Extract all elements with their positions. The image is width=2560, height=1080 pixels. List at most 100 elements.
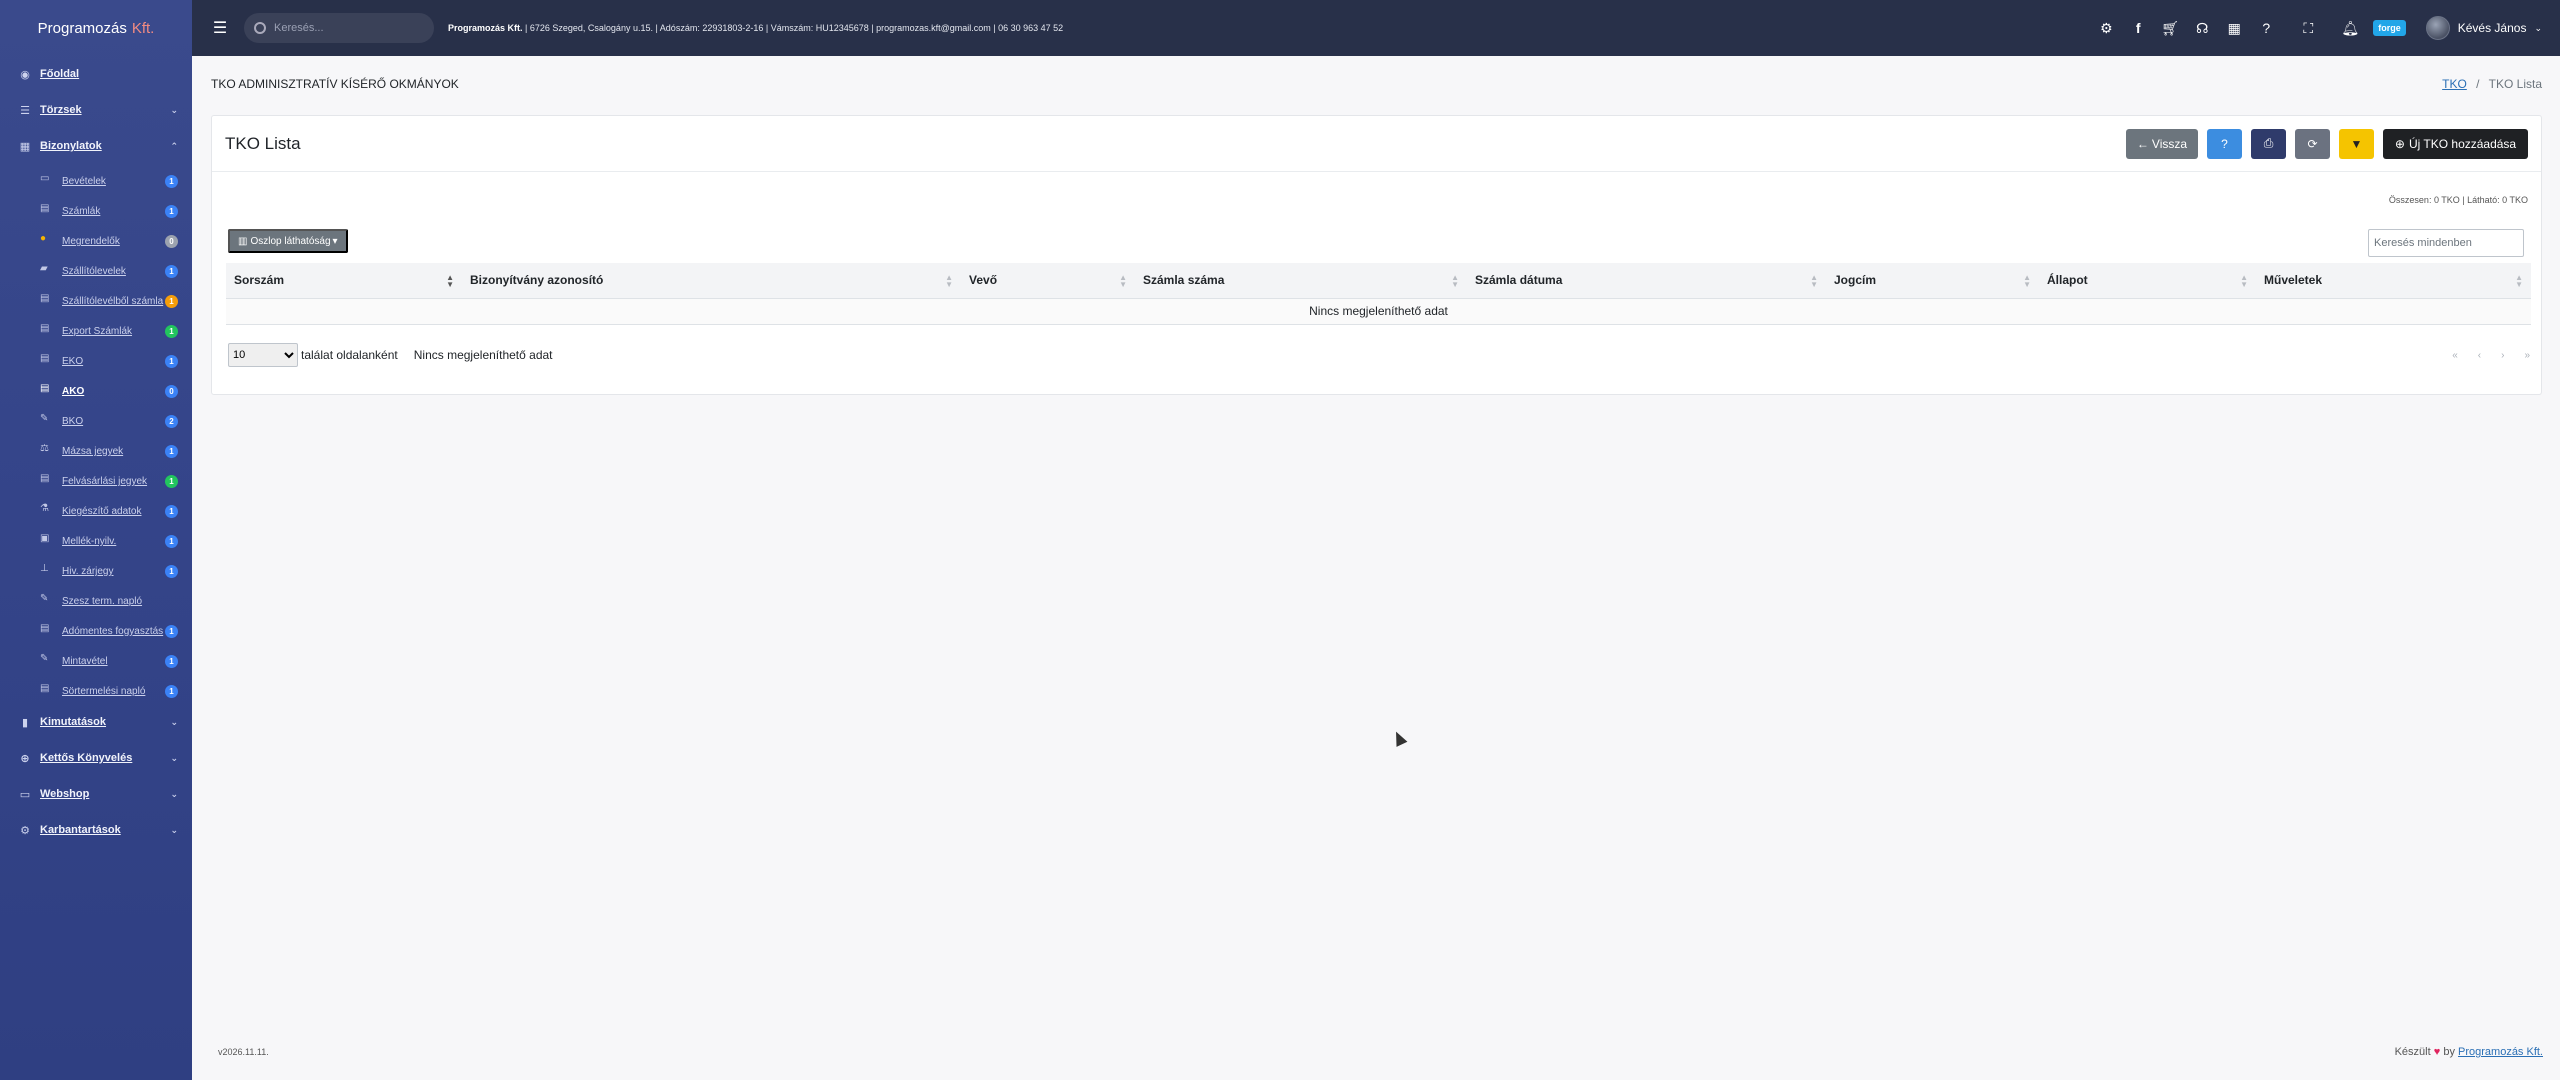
card-header: TKO Lista ← Vissza ? ⎙ ⟳ ▼ ⊕ Új TKO hozzáa… [212, 116, 2541, 172]
sidebar-item-bko[interactable]: ✎ BKO 2 [0, 404, 192, 434]
count-badge: 1 [165, 685, 178, 698]
add-tko-button[interactable]: ⊕ Új TKO hozzáadása [2383, 128, 2528, 159]
column-header-muveletek[interactable]: Műveletek ▲ ▼ [2256, 263, 2531, 299]
global-search-input[interactable] [274, 22, 414, 34]
gear-icon[interactable]: ⚙ [2097, 19, 2115, 37]
sidebar-item-label: Törzsek [40, 104, 82, 116]
sort-icon: ▲ ▼ [1810, 273, 1818, 289]
count-badge: 1 [165, 625, 178, 638]
main-content: TKO ADMINISZTRATÍV KÍSÉRŐ OKMÁNYOK TKO /… [192, 56, 2560, 1080]
column-header-vevo[interactable]: Vevő ▲ ▼ [961, 263, 1135, 299]
sidebar-item-kiegeszito-adatok[interactable]: ⚗ Kiegészítő adatok 1 [0, 494, 192, 524]
headset-icon[interactable]: ☊ [2193, 19, 2211, 37]
sidebar-item-sortermelesi-naplo[interactable]: ▤ Sörtermelési napló 1 [0, 674, 192, 704]
truck-icon: ▰ [40, 263, 48, 274]
sort-icon: ▲ ▼ [2240, 273, 2248, 289]
card-actions: ← Vissza ? ⎙ ⟳ ▼ ⊕ Új TKO hozzáadása [2126, 128, 2528, 159]
count-badge: 1 [165, 475, 178, 488]
column-header-sorszam[interactable]: Sorszám ▲ ▼ [226, 263, 462, 299]
sort-icon: ▲ ▼ [1119, 273, 1127, 289]
sidebar-item-export-szamlak[interactable]: ▤ Export Számlák 1 [0, 314, 192, 344]
chevron-down-icon: ⌄ [170, 104, 178, 115]
table-icon: ▦ [19, 140, 31, 153]
last-page-button[interactable]: » [2524, 350, 2530, 361]
calendar-icon[interactable]: ▦ [2225, 19, 2243, 37]
facebook-icon[interactable]: f [2129, 19, 2147, 37]
sidebar-item-kimutatasok[interactable]: ▮ Kimutatások ⌄ [0, 704, 192, 740]
brand-logo[interactable]: Programozás Kft. [0, 0, 192, 56]
per-page-label: találat oldalanként [301, 348, 398, 362]
sidebar-item-label: Adómentes fogyasztás [62, 626, 164, 637]
sidebar-item-eko[interactable]: ▤ EKO 1 [0, 344, 192, 374]
sidebar-item-megrendelok[interactable]: ● Megrendelők 0 [0, 224, 192, 254]
box-icon: ▣ [40, 533, 50, 544]
document-icon: ▤ [40, 473, 50, 484]
breadcrumb-link-tko[interactable]: TKO [2442, 77, 2467, 91]
sidebar-item-torzsek[interactable]: ☰ Törzsek ⌄ [0, 92, 192, 128]
sidebar-item-webshop[interactable]: ▭ Webshop ⌄ [0, 776, 192, 812]
print-button[interactable]: ⎙ [2251, 128, 2286, 159]
back-button[interactable]: ← Vissza [2126, 128, 2198, 159]
sidebar-item-bevetelek[interactable]: ▭ Bevételek 1 [0, 164, 192, 194]
count-badge: 1 [165, 295, 178, 308]
table-search-input[interactable] [2368, 229, 2524, 257]
filter-button[interactable]: ▼ [2339, 128, 2374, 159]
count-badge: 1 [165, 445, 178, 458]
company-name: Programozás Kft. [448, 23, 523, 33]
clock-icon: ● [40, 233, 47, 244]
company-details: | 6726 Szeged, Csalogány u.15. | Adószám… [525, 23, 1064, 33]
sidebar-item-felvasarlasi-jegyek[interactable]: ▤ Felvásárlási jegyek 1 [0, 464, 192, 494]
document-icon: ▤ [40, 623, 50, 634]
sidebar-item-szallitolevelbol-szamla[interactable]: ▤ Szállítólevélből számla 1 [0, 284, 192, 314]
sidebar-item-mazsa-jegyek[interactable]: ⚖ Mázsa jegyek 1 [0, 434, 192, 464]
sidebar-item-hiv-zarjegy[interactable]: ⊥ Hiv. zárjegy 1 [0, 554, 192, 584]
next-page-button[interactable]: › [2501, 350, 2504, 361]
sidebar-item-szamlak[interactable]: ▤ Számlák 1 [0, 194, 192, 224]
company-info: Programozás Kft. | 6726 Szeged, Csalogán… [448, 23, 1063, 33]
sidebar-item-label: Megrendelők [62, 236, 120, 247]
first-page-button[interactable]: « [2452, 350, 2458, 361]
sidebar-item-mellek-nyilv[interactable]: ▣ Mellék-nyilv. 1 [0, 524, 192, 554]
column-visibility-button[interactable]: ▥ Oszlop láthatóság ▾ [228, 229, 348, 253]
refresh-button[interactable]: ⟳ [2295, 128, 2330, 159]
sidebar-item-karbantartasok[interactable]: ⚙ Karbantartások ⌄ [0, 812, 192, 848]
column-header-label: Sorszám [234, 273, 285, 288]
sidebar-item-ako[interactable]: ▤ AKO 0 [0, 374, 192, 404]
global-search[interactable] [244, 13, 434, 43]
sidebar-item-szallitolevelek[interactable]: ▰ Szállítólevelek 1 [0, 254, 192, 284]
bell-icon[interactable]: 🔔︎ [2341, 19, 2359, 37]
column-header-jogcim[interactable]: Jogcím ▲ ▼ [1826, 263, 2039, 299]
hamburger-menu-icon[interactable]: ☰ [200, 18, 240, 38]
column-header-szamla-datuma[interactable]: Számla dátuma ▲ ▼ [1467, 263, 1826, 299]
sort-icon: ▲ ▼ [1451, 273, 1459, 289]
column-header-allapot[interactable]: Állapot ▲ ▼ [2039, 263, 2256, 299]
sidebar-item-bizonylatok[interactable]: ▦ Bizonylatok ⌃ [0, 128, 192, 164]
forge-badge[interactable]: forge [2373, 20, 2406, 36]
sidebar-item-mintavetel[interactable]: ✎ Mintavétel 1 [0, 644, 192, 674]
sidebar-item-adomentes-fogyasztas[interactable]: ▤ Adómentes fogyasztás 1 [0, 614, 192, 644]
footer-company-link[interactable]: Programozás Kft. [2458, 1046, 2543, 1058]
add-label: Új TKO hozzáadása [2408, 136, 2517, 151]
sidebar-item-fooldal[interactable]: ◉ Főoldal [0, 56, 192, 92]
tag-icon: ✎ [40, 413, 49, 424]
sidebar-item-label: Kimutatások [40, 716, 107, 728]
print-icon: ⎙ [2263, 136, 2274, 150]
fullscreen-icon[interactable]: ⛶ [2299, 19, 2317, 37]
cart-icon[interactable]: 🛒︎ [2161, 19, 2179, 37]
sidebar-item-szesz-term-naplo[interactable]: ✎ Szesz term. napló [0, 584, 192, 614]
user-menu[interactable]: Kévés János ⌄ [2425, 16, 2542, 40]
column-header-szamla-szama[interactable]: Számla száma ▲ ▼ [1135, 263, 1467, 299]
prev-page-button[interactable]: ‹ [2478, 350, 2481, 361]
help-icon[interactable]: ? [2257, 19, 2275, 37]
help-button[interactable]: ? [2207, 128, 2242, 159]
chevron-down-icon: ⌄ [170, 752, 178, 763]
sidebar-item-label: Kiegészítő adatok [62, 506, 142, 517]
page-size-select[interactable]: 10 [228, 343, 298, 367]
sidebar-item-label: Bizonylatok [40, 140, 102, 152]
sidebar-item-label: Mázsa jegyek [62, 446, 124, 457]
sidebar-item-kettos-konyveles[interactable]: ⊕ Kettős Könyvelés ⌄ [0, 740, 192, 776]
empty-table-message: Nincs megjeleníthető adat [226, 298, 2531, 325]
column-header-bizonyitvany[interactable]: Bizonyítvány azonosító ▲ ▼ [462, 263, 961, 299]
chevron-up-icon: ⌃ [170, 140, 178, 151]
sidebar-item-label: Export Számlák [62, 326, 133, 337]
